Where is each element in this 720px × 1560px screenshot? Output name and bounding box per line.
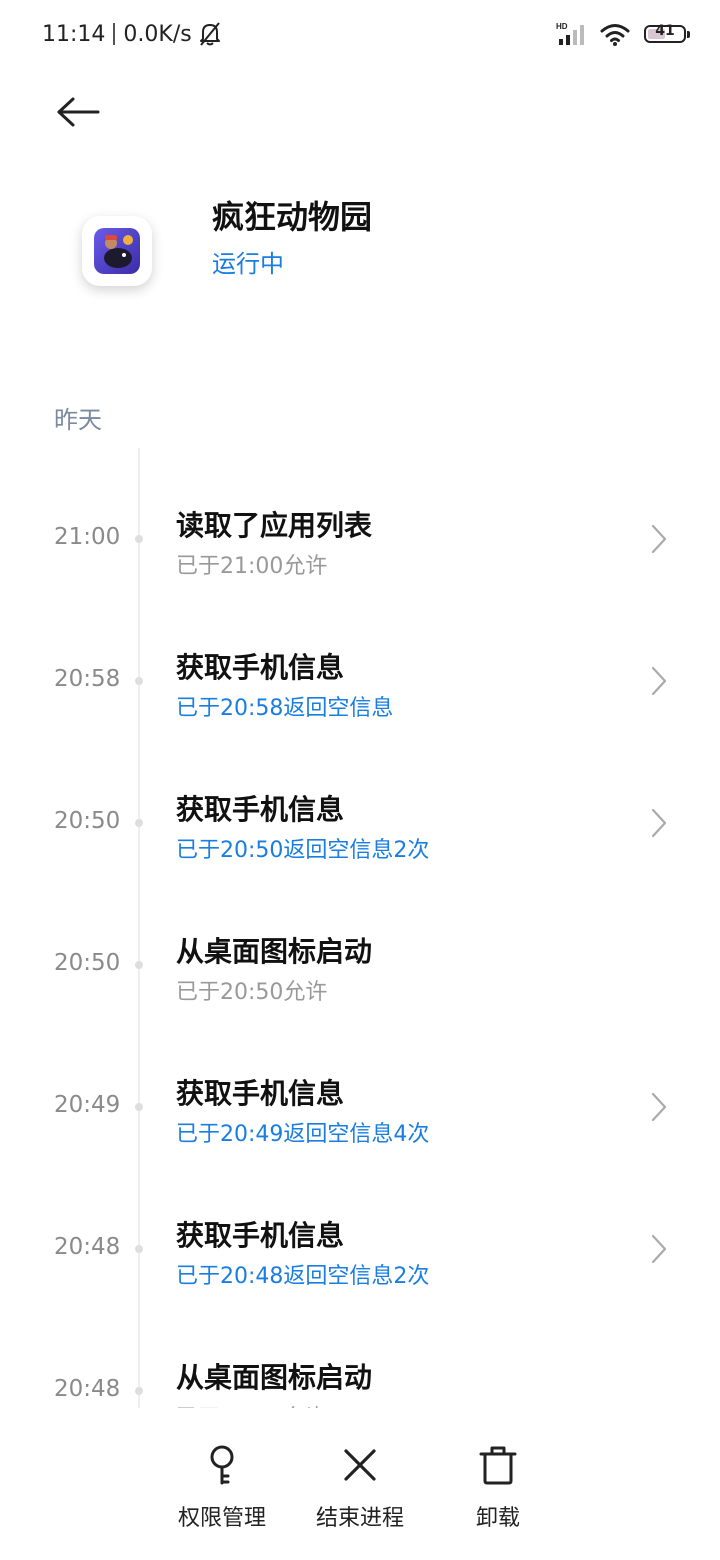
uninstall-label: 卸载 <box>475 1506 520 1531</box>
item-time: 21:00 <box>54 524 121 550</box>
item-title: 获取手机信息 <box>176 1219 345 1252</box>
item-time: 20:58 <box>54 666 121 692</box>
status-divider <box>113 23 116 45</box>
item-time: 20:48 <box>54 1376 121 1402</box>
timeline-dot <box>135 535 143 543</box>
timeline-item[interactable]: 20:48 获取手机信息 已于20:48返回空信息2次 <box>0 1178 720 1320</box>
item-subtitle: 已于20:49返回空信息4次 <box>176 1122 430 1147</box>
item-subtitle: 已于20:48允许 <box>176 1400 327 1408</box>
chevron-right-icon <box>644 666 674 696</box>
timeline-list: 21:00 读取了应用列表 已于21:00允许 20:58 获取手机信息 已于2… <box>0 468 720 1408</box>
timeline-dot <box>135 1245 143 1253</box>
permissions-button[interactable]: 权限管理 <box>162 1438 282 1532</box>
chevron-right-icon <box>644 1234 674 1264</box>
battery-level: 41 <box>655 23 675 39</box>
end-process-label: 结束进程 <box>315 1506 404 1531</box>
trash-icon <box>479 1438 517 1492</box>
status-left: 11:14 0.0K/s <box>42 18 222 50</box>
item-time: 20:50 <box>54 950 121 976</box>
timeline-item[interactable]: 20:49 获取手机信息 已于20:49返回空信息4次 <box>0 1036 720 1178</box>
timeline-item[interactable]: 20:58 获取手机信息 已于20:58返回空信息 <box>0 610 720 752</box>
app-name: 疯狂动物园 <box>212 198 373 236</box>
status-right: HD 41 <box>556 18 690 50</box>
back-button[interactable] <box>50 84 106 140</box>
item-title: 从桌面图标启动 <box>176 1361 373 1394</box>
permissions-label: 权限管理 <box>177 1506 266 1531</box>
status-net-speed: 0.0K/s <box>123 21 192 47</box>
item-time: 20:50 <box>54 808 121 834</box>
timeline-item[interactable]: 21:00 读取了应用列表 已于21:00允许 <box>0 468 720 610</box>
timeline-dot <box>135 961 143 969</box>
back-arrow-icon <box>57 97 100 127</box>
status-time: 11:14 <box>42 21 106 47</box>
item-subtitle: 已于20:50允许 <box>176 980 328 1005</box>
app-icon <box>82 216 152 286</box>
section-label-yesterday: 昨天 <box>54 406 102 434</box>
hd-signal-icon: HD <box>556 22 584 45</box>
timeline-dot <box>135 1387 143 1395</box>
item-title: 获取手机信息 <box>176 793 345 826</box>
wifi-icon <box>600 24 630 46</box>
timeline-dot <box>135 819 143 827</box>
item-title: 从桌面图标启动 <box>176 935 373 968</box>
battery-tip <box>687 31 690 38</box>
timeline-dot <box>135 677 143 685</box>
status-bar: 11:14 0.0K/s HD 41 <box>0 0 720 66</box>
battery-icon: 41 <box>644 23 690 43</box>
game-app-icon <box>94 228 140 274</box>
end-process-button[interactable]: 结束进程 <box>300 1438 420 1532</box>
timeline-item: 20:50 从桌面图标启动 已于20:50允许 <box>0 894 720 1036</box>
close-icon <box>343 1438 377 1492</box>
item-subtitle: 已于20:48返回空信息2次 <box>176 1264 430 1289</box>
item-subtitle: 已于20:50返回空信息2次 <box>176 838 430 863</box>
bottom-action-bar: 权限管理 结束进程 卸载 <box>0 1412 720 1560</box>
mute-bell-icon <box>199 22 220 46</box>
timeline-dot <box>135 1103 143 1111</box>
item-time: 20:48 <box>54 1234 121 1260</box>
item-time: 20:49 <box>54 1092 121 1118</box>
chevron-right-icon <box>644 808 674 838</box>
item-title: 获取手机信息 <box>176 1077 345 1110</box>
uninstall-button[interactable]: 卸载 <box>438 1438 558 1532</box>
item-title: 读取了应用列表 <box>176 509 373 542</box>
item-title: 获取手机信息 <box>176 651 345 684</box>
timeline-item: 20:48 从桌面图标启动 已于20:48允许 <box>0 1320 720 1408</box>
item-subtitle: 已于20:58返回空信息 <box>176 696 394 721</box>
chevron-right-icon <box>644 1092 674 1122</box>
app-running-status: 运行中 <box>212 250 284 278</box>
svg-text:HD: HD <box>556 22 568 31</box>
chevron-right-icon <box>644 524 674 554</box>
timeline-item[interactable]: 20:50 获取手机信息 已于20:50返回空信息2次 <box>0 752 720 894</box>
key-icon <box>207 1438 237 1492</box>
item-subtitle: 已于21:00允许 <box>176 554 328 579</box>
